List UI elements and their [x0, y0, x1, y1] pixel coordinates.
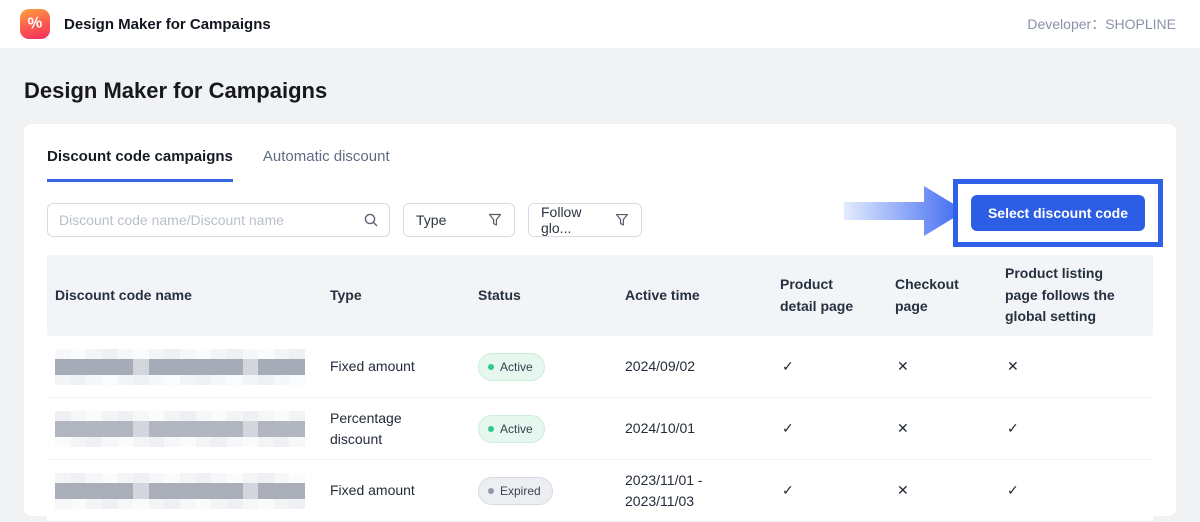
- status-label: Active: [500, 358, 533, 376]
- type-filter-label: Type: [416, 212, 446, 228]
- campaigns-card: Discount code campaigns Automatic discou…: [24, 124, 1176, 516]
- search-box[interactable]: [47, 203, 390, 237]
- status-label: Active: [500, 420, 533, 438]
- status-badge: Active: [478, 415, 545, 443]
- app-header: % Design Maker for Campaigns Developer：S…: [0, 0, 1200, 48]
- table-header-row: Discount code name Type Status Active ti…: [47, 255, 1153, 336]
- cell-active-time: 2023/11/01 - 2023/11/03: [617, 462, 772, 520]
- check-mark-icon: ✓: [772, 472, 887, 509]
- cell-type: Fixed amount: [322, 472, 470, 509]
- status-label: Expired: [500, 482, 541, 500]
- developer-account-label: Developer：SHOPLINE: [1027, 14, 1176, 34]
- app-title: Design Maker for Campaigns: [64, 16, 271, 33]
- status-badge: Active: [478, 353, 545, 381]
- col-product-detail-page: Product detail page: [772, 266, 887, 325]
- pointer-arrow-annotation: [844, 183, 966, 239]
- cross-mark-icon: ✕: [997, 348, 1153, 385]
- follow-global-filter-label: Follow glo...: [541, 204, 615, 236]
- table-row[interactable]: Percentage discount Active 2024/10/01 ✓ …: [47, 398, 1153, 460]
- highlight-annotation-box: Select discount code: [953, 179, 1163, 247]
- percent-glyph: %: [27, 14, 44, 34]
- campaigns-table: Discount code name Type Status Active ti…: [47, 255, 1153, 522]
- check-mark-icon: ✓: [772, 348, 887, 385]
- status-dot-icon: [488, 488, 494, 494]
- cell-active-time: 2024/10/01: [617, 410, 772, 447]
- tab-automatic-discount[interactable]: Automatic discount: [263, 140, 390, 182]
- col-checkout-page: Checkout page: [887, 266, 997, 325]
- follow-global-filter-dropdown[interactable]: Follow glo...: [528, 203, 642, 237]
- status-dot-icon: [488, 364, 494, 370]
- filter-funnel-icon: [488, 213, 502, 227]
- search-icon: [363, 212, 379, 228]
- search-input[interactable]: [59, 212, 363, 228]
- cross-mark-icon: ✕: [887, 348, 997, 385]
- select-discount-code-button[interactable]: Select discount code: [971, 195, 1145, 231]
- table-row[interactable]: Fixed amount Expired 2023/11/01 - 2023/1…: [47, 460, 1153, 522]
- filter-funnel-icon: [615, 213, 629, 227]
- status-dot-icon: [488, 426, 494, 432]
- type-filter-dropdown[interactable]: Type: [403, 203, 515, 237]
- col-product-listing-global: Product listing page follows the global …: [997, 255, 1153, 336]
- redacted-name: [55, 411, 305, 447]
- col-type: Type: [322, 277, 470, 315]
- redacted-name: [55, 473, 305, 509]
- redacted-name: [55, 349, 305, 385]
- cell-type: Fixed amount: [322, 348, 470, 385]
- tab-discount-code-campaigns[interactable]: Discount code campaigns: [47, 140, 233, 182]
- check-mark-icon: ✓: [997, 472, 1153, 509]
- tab-bar: Discount code campaigns Automatic discou…: [47, 140, 1153, 182]
- cross-mark-icon: ✕: [887, 472, 997, 509]
- cell-type: Percentage discount: [322, 400, 470, 458]
- col-active-time: Active time: [617, 277, 772, 315]
- check-mark-icon: ✓: [997, 410, 1153, 447]
- cross-mark-icon: ✕: [887, 410, 997, 447]
- col-status: Status: [470, 277, 617, 315]
- table-row[interactable]: Fixed amount Active 2024/09/02 ✓ ✕ ✕: [47, 336, 1153, 398]
- cell-active-time: 2024/09/02: [617, 348, 772, 385]
- col-discount-code-name: Discount code name: [47, 277, 322, 315]
- percent-app-icon: %: [20, 9, 50, 39]
- check-mark-icon: ✓: [772, 410, 887, 447]
- status-badge: Expired: [478, 477, 553, 505]
- page-title: Design Maker for Campaigns: [24, 78, 1200, 104]
